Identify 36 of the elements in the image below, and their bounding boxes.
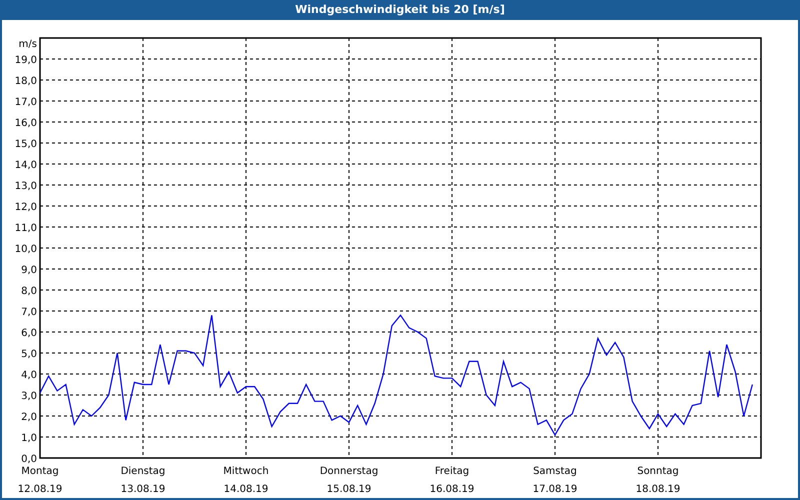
- date-label: 15.08.19: [326, 484, 372, 495]
- y-tick-label: 10,0: [14, 244, 37, 255]
- y-tick-label: 6,0: [21, 328, 37, 339]
- x-tick-label: Samstag: [533, 466, 577, 477]
- y-tick-label: 14,0: [14, 160, 37, 171]
- date-label: 13.08.19: [120, 484, 166, 495]
- y-tick-label: 9,0: [21, 265, 37, 276]
- y-tick-label: 4,0: [21, 370, 37, 381]
- x-tick-label: Dienstag: [120, 466, 166, 477]
- y-tick-label: 18,0: [14, 76, 37, 87]
- date-label: 16.08.19: [430, 484, 474, 495]
- window-title: Windgeschwindigkeit bis 20 [m/s]: [295, 2, 505, 18]
- date-label: 12.08.19: [18, 484, 62, 495]
- y-tick-label: 13,0: [14, 181, 37, 192]
- y-tick-label: 15,0: [14, 139, 37, 150]
- y-tick-label: 16,0: [14, 118, 37, 129]
- date-label: 14.08.19: [224, 484, 268, 495]
- y-tick-label: 5,0: [21, 349, 37, 360]
- date-label: 17.08.19: [532, 484, 578, 495]
- date-label: 18.08.19: [636, 484, 680, 495]
- x-tick-label: Montag: [21, 466, 59, 477]
- y-tick-label: 3,0: [21, 391, 37, 402]
- y-tick-label: 12,0: [14, 202, 37, 213]
- y-tick-label: 0,0: [21, 454, 37, 465]
- y-tick-label: 8,0: [21, 286, 37, 297]
- y-axis-unit: m/s: [18, 39, 37, 50]
- x-tick-label: Freitag: [434, 466, 470, 477]
- x-tick-label: Donnerstag: [320, 466, 378, 477]
- y-tick-label: 11,0: [14, 223, 37, 234]
- y-tick-label: 7,0: [21, 307, 37, 318]
- y-tick-label: 19,0: [14, 55, 37, 66]
- y-tick-label: 2,0: [21, 412, 37, 423]
- y-tick-label: 1,0: [21, 433, 37, 444]
- y-tick-label: 17,0: [14, 97, 37, 108]
- x-tick-label: Mittwoch: [223, 466, 269, 477]
- x-tick-label: Sonntag: [637, 466, 679, 477]
